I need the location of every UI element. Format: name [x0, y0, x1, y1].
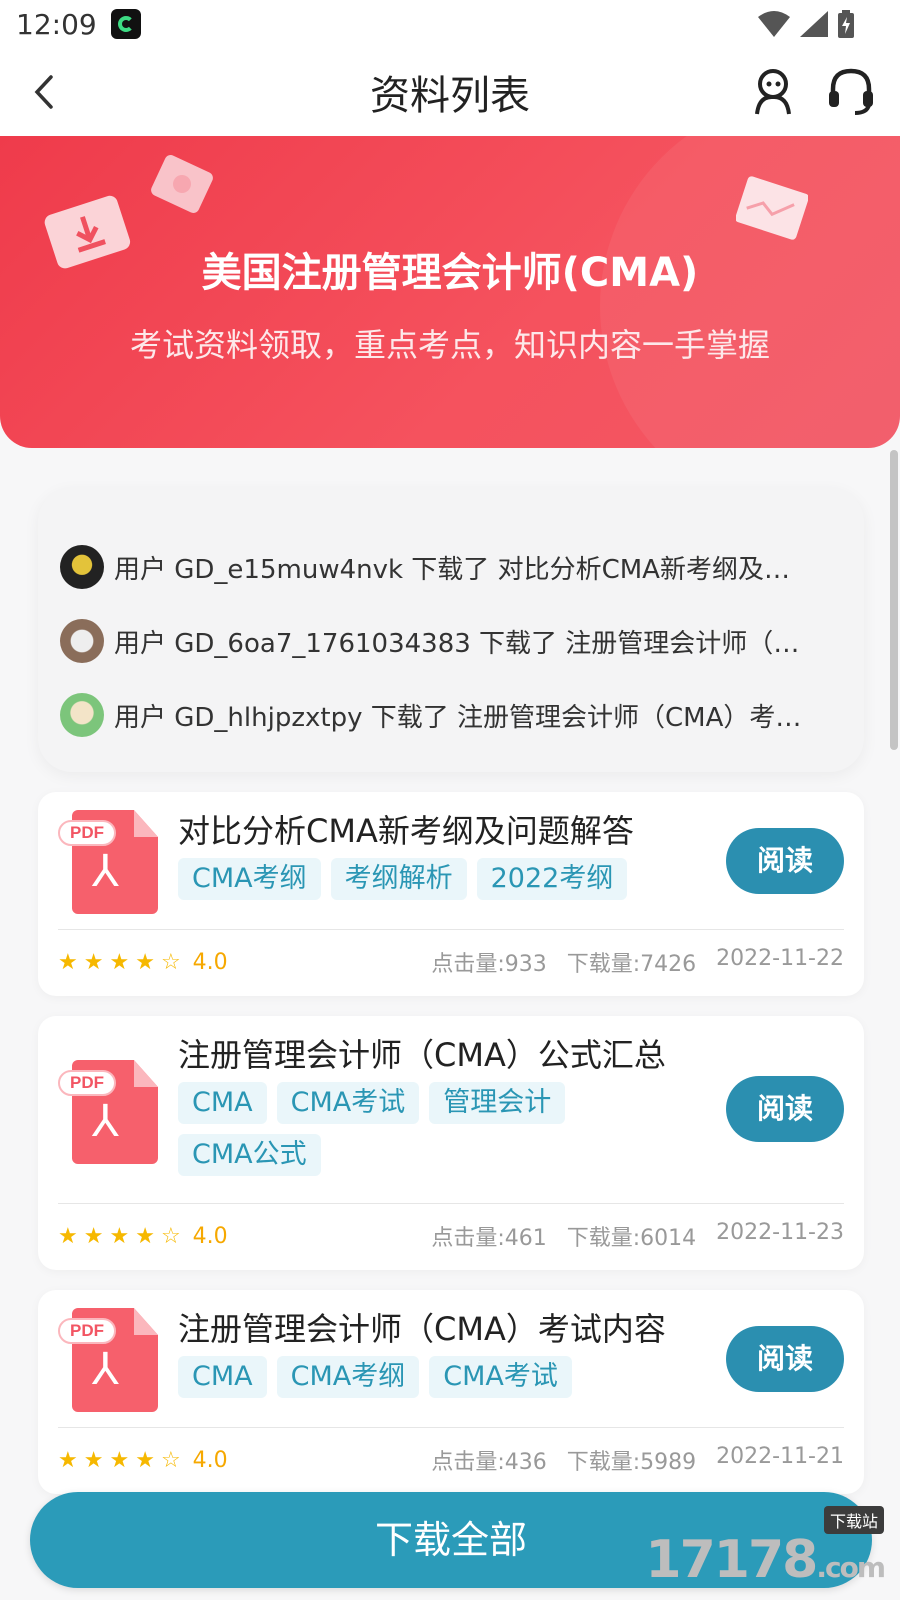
back-button[interactable]: [24, 70, 64, 114]
star-icon: ★: [109, 1447, 130, 1473]
rating-score: 4.0: [192, 1223, 228, 1249]
back-arrow-icon: [34, 75, 53, 109]
click-count: 点击量:436: [431, 1450, 547, 1475]
document-meta: ★ ★ ★ ★ ☆ 4.0 点击量:436 下载量:5989 2022-11-21: [58, 1442, 844, 1478]
star-outline-icon: ☆: [160, 1447, 181, 1473]
feed-item: 用户 GD_hlhjpzxtpy 下载了 注册管理会计师（CMA）考试内容: [38, 678, 864, 752]
status-indicators: [758, 10, 854, 38]
scrollbar[interactable]: [890, 450, 898, 750]
top-app-bar: 资料列表: [0, 48, 900, 136]
rating-stars: ★ ★ ★ ★ ☆ 4.0: [58, 1224, 228, 1249]
star-icon: ★: [109, 1223, 130, 1249]
document-title: 对比分析CMA新考纲及问题解答: [178, 812, 634, 850]
divider: [58, 929, 844, 930]
banner-title: 美国注册管理会计师(CMA): [201, 250, 699, 296]
pdf-file-icon: PDF ⅄: [58, 1060, 158, 1164]
user-icon: [755, 69, 791, 115]
click-count: 点击量:461: [431, 1226, 547, 1251]
hero-banner: 美国注册管理会计师(CMA) 考试资料领取，重点考点，知识内容一手掌握: [0, 136, 900, 448]
download-count: 下载量:5989: [566, 1450, 697, 1475]
tag[interactable]: CMA考试: [429, 1356, 572, 1398]
publish-date: 2022-11-21: [716, 1444, 844, 1469]
tag[interactable]: CMA公式: [178, 1134, 321, 1176]
battery-icon: [838, 10, 854, 38]
read-button[interactable]: 阅读: [726, 1076, 844, 1142]
document-card[interactable]: PDF ⅄ 注册管理会计师（CMA）考试内容 CMA CMA考纲 CMA考试 阅…: [38, 1290, 864, 1494]
star-icon: ★: [83, 1223, 104, 1249]
tag[interactable]: 管理会计: [429, 1082, 566, 1124]
divider: [58, 1203, 844, 1204]
document-title: 注册管理会计师（CMA）公式汇总: [178, 1036, 666, 1074]
signal-icon: [800, 11, 828, 37]
feed-item: 用户 GD_e15muw4nvk 下载了 对比分析CMA新考纲及问题解答: [38, 530, 864, 604]
star-icon: ★: [83, 1447, 104, 1473]
feed-item-text: 用户 GD_6oa7_1761034383 下载了 注册管理会计师（CMA）公式…: [114, 628, 804, 659]
feed-item-text: 用户 GD_hlhjpzxtpy 下载了 注册管理会计师（CMA）考试内容: [114, 702, 804, 733]
tag[interactable]: CMA考试: [276, 1082, 420, 1124]
star-icon: ★: [58, 1223, 78, 1249]
tag[interactable]: CMA: [178, 1082, 267, 1124]
download-count: 下载量:7426: [566, 952, 697, 977]
star-outline-icon: ☆: [160, 949, 181, 975]
star-icon: ★: [58, 949, 78, 975]
chart-decoration-icon: [736, 176, 808, 240]
divider: [58, 1427, 844, 1428]
customer-service-button[interactable]: [822, 62, 880, 120]
tag[interactable]: CMA考纲: [276, 1356, 420, 1398]
tag-list: CMA考纲 考纲解析 2022考纲: [178, 858, 698, 900]
rating-score: 4.0: [192, 1447, 228, 1473]
tag-list: CMA CMA考纲 CMA考试: [178, 1356, 698, 1398]
document-card[interactable]: PDF ⅄ 注册管理会计师（CMA）公式汇总 CMA CMA考试 管理会计 CM…: [38, 1016, 864, 1270]
avatar: [60, 545, 104, 589]
read-button[interactable]: 阅读: [726, 828, 844, 894]
site-watermark: 下载站 17178.com: [645, 1506, 886, 1594]
rating-stars: ★ ★ ★ ★ ☆ 4.0: [58, 950, 228, 975]
pdf-file-icon: PDF ⅄: [58, 1308, 158, 1412]
publish-date: 2022-11-23: [716, 1220, 844, 1245]
feed-item: 用户 GD_6oa7_1761034383 下载了 注册管理会计师（CMA）公式…: [38, 604, 864, 678]
rating-score: 4.0: [192, 949, 228, 975]
tag[interactable]: CMA考纲: [178, 858, 321, 900]
document-card[interactable]: PDF ⅄ 对比分析CMA新考纲及问题解答 CMA考纲 考纲解析 2022考纲 …: [38, 792, 864, 996]
star-icon: ★: [109, 949, 130, 975]
tag[interactable]: CMA: [178, 1356, 267, 1398]
star-icon: ★: [58, 1447, 78, 1473]
status-time: 12:09: [16, 7, 97, 41]
star-icon: ★: [135, 1447, 155, 1473]
tag-list: CMA CMA考试 管理会计 CMA公式: [178, 1082, 698, 1176]
document-meta: ★ ★ ★ ★ ☆ 4.0 点击量:933 下载量:7426 2022-11-22: [58, 944, 844, 980]
star-icon: ★: [135, 1223, 155, 1249]
status-bar: 12:09: [0, 0, 900, 48]
star-outline-icon: ☆: [160, 1223, 181, 1249]
media-decoration-icon: [151, 155, 213, 213]
download-activity-feed: 用户 GD_e15muw4nvk 下载了 对比分析CMA新考纲及问题解答 用户 …: [38, 488, 864, 772]
click-count: 点击量:933: [431, 952, 547, 977]
tag[interactable]: 考纲解析: [330, 858, 467, 900]
watermark-number: 17178.com: [645, 1530, 886, 1590]
document-title: 注册管理会计师（CMA）考试内容: [178, 1310, 666, 1348]
star-icon: ★: [83, 949, 104, 975]
star-icon: ★: [135, 949, 155, 975]
watermark-label: 下载站: [823, 1506, 884, 1534]
rating-stars: ★ ★ ★ ★ ☆ 4.0: [58, 1448, 228, 1473]
wifi-icon: [758, 11, 790, 37]
publish-date: 2022-11-22: [716, 946, 844, 971]
avatar: [60, 693, 104, 737]
banner-subtitle: 考试资料领取，重点考点，知识内容一手掌握: [129, 326, 770, 364]
user-button[interactable]: [744, 62, 802, 120]
read-button[interactable]: 阅读: [726, 1326, 844, 1392]
download-count: 下载量:6014: [566, 1226, 697, 1251]
avatar: [60, 619, 104, 663]
pdf-file-icon: PDF ⅄: [58, 810, 158, 914]
headset-icon: [829, 68, 873, 115]
document-meta: ★ ★ ★ ★ ☆ 4.0 点击量:461 下载量:6014 2022-11-23: [58, 1218, 844, 1254]
feed-item-text: 用户 GD_e15muw4nvk 下载了 对比分析CMA新考纲及问题解答: [114, 554, 804, 585]
tag[interactable]: 2022考纲: [476, 858, 628, 900]
app-notification-icon: [110, 9, 141, 39]
